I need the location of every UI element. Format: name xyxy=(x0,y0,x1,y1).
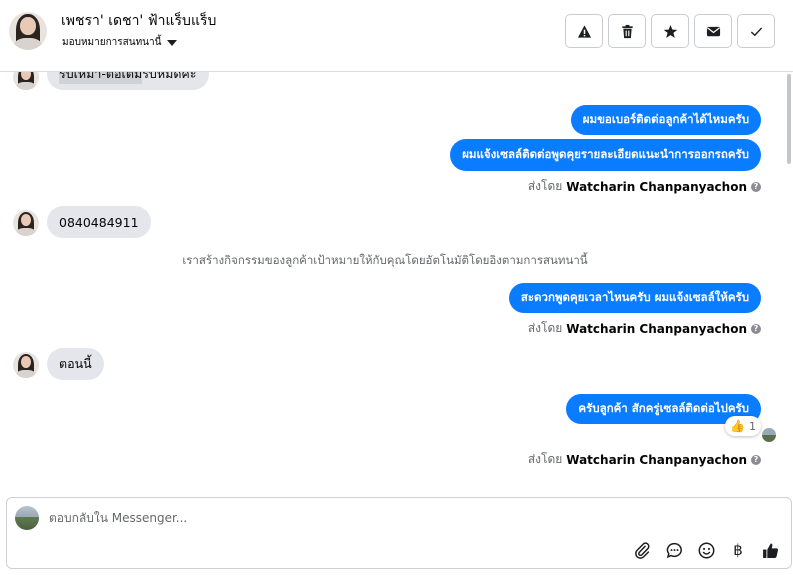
message-text: สะดวกพูดคุยเวลาไหนครับ ผมแจ้งเซลล์ให้ครั… xyxy=(520,290,749,304)
delete-button[interactable] xyxy=(608,14,646,48)
contact-avatar-small xyxy=(13,352,39,378)
like-button[interactable] xyxy=(761,541,779,559)
attach-button[interactable] xyxy=(633,541,651,559)
reply-composer: ฿ xyxy=(6,497,792,569)
seen-by-avatar xyxy=(762,428,776,442)
outgoing-message[interactable]: ผมแจ้งเซลล์ติดต่อพูดคุยรายละเอียดแนะนำกา… xyxy=(450,139,761,171)
payment-button[interactable]: ฿ xyxy=(729,541,747,559)
mail-icon xyxy=(706,26,720,36)
message-text: ตอนนี้ xyxy=(59,356,92,371)
reaction-count: 1 xyxy=(749,419,756,433)
sender-name[interactable]: Watcharin Chanpanyachon xyxy=(566,180,747,194)
warning-icon xyxy=(577,24,591,38)
check-icon xyxy=(750,26,762,36)
contact-avatar-small xyxy=(13,72,39,90)
mark-spam-button[interactable] xyxy=(565,14,603,48)
thumbs-up-icon xyxy=(762,542,778,558)
incoming-message[interactable]: 0840484911 xyxy=(47,206,151,238)
sender-name[interactable]: Watcharin Chanpanyachon xyxy=(566,453,747,467)
star-icon xyxy=(663,24,677,38)
emoji-icon xyxy=(698,542,714,558)
baht-icon: ฿ xyxy=(733,541,743,559)
info-icon[interactable]: ? xyxy=(751,323,761,334)
sent-by-label: ส่งโดย Watcharin Chanpanyachon ? xyxy=(528,450,761,469)
scrollbar[interactable] xyxy=(787,74,791,164)
message-text: 0840484911 xyxy=(59,214,139,230)
message-text: ผมแจ้งเซลล์ติดต่อพูดคุยรายละเอียดแนะนำกา… xyxy=(462,147,749,161)
system-message: เราสร้างกิจกรรมของลูกค้าเป้าหมายให้กับคุ… xyxy=(182,253,588,267)
info-icon[interactable]: ? xyxy=(751,454,761,465)
composer-toolbar: ฿ xyxy=(633,541,779,559)
outgoing-message[interactable]: สะดวกพูดคุยเวลาไหนครับ ผมแจ้งเซลล์ให้ครั… xyxy=(508,283,761,313)
contact-name[interactable]: เพชรา' เดชา' ฟ้าแร็บแร็บ xyxy=(61,10,216,32)
sent-by-label: ส่งโดย Watcharin Chanpanyachon ? xyxy=(528,177,761,196)
emoji-button[interactable] xyxy=(697,541,715,559)
message-text: ผมขอเบอร์ติดต่อลูกค้าได้ไหมครับ xyxy=(582,112,749,126)
trash-icon xyxy=(621,24,633,38)
message-text: รับหมดคะ xyxy=(142,72,197,81)
star-button[interactable] xyxy=(651,14,689,48)
caret-down-icon xyxy=(167,39,178,46)
message-thread[interactable]: รับเหมา-ต่อเติม รับหมดคะ ผมขอเบอร์ติดต่อ… xyxy=(0,72,793,492)
mark-done-button[interactable] xyxy=(737,14,775,48)
page-avatar xyxy=(15,506,39,530)
conversation-header: เพชรา' เดชา' ฟ้าแร็บแร็บ มอบหมายการสนทนา… xyxy=(0,0,793,72)
outgoing-message[interactable]: ผมขอเบอร์ติดต่อลูกค้าได้ไหมครับ xyxy=(570,105,761,135)
contact-avatar[interactable] xyxy=(9,12,47,50)
chat-bubble-icon xyxy=(666,542,682,558)
paperclip-icon xyxy=(634,541,649,559)
info-icon[interactable]: ? xyxy=(751,181,761,192)
sent-by-label: ส่งโดย Watcharin Chanpanyachon ? xyxy=(528,319,761,338)
incoming-message[interactable]: ตอนนี้ xyxy=(47,348,104,380)
assign-label: มอบหมายการสนทนานี้ xyxy=(62,37,162,48)
saved-replies-button[interactable] xyxy=(665,541,683,559)
highlighted-text: รับเหมา-ต่อเติม xyxy=(59,72,143,84)
thumbs-up-reaction-icon: 👍 xyxy=(730,419,745,433)
sender-name[interactable]: Watcharin Chanpanyachon xyxy=(566,322,747,336)
reply-input[interactable] xyxy=(49,511,609,525)
message-reaction[interactable]: 👍 1 xyxy=(725,416,761,436)
message-text: ครับลูกค้า สักครู่เซลล์ติดต่อไปครับ xyxy=(578,401,749,415)
incoming-message[interactable]: รับเหมา-ต่อเติม รับหมดคะ xyxy=(47,72,209,90)
mark-unread-button[interactable] xyxy=(694,14,732,48)
contact-avatar-small xyxy=(13,210,39,236)
assign-conversation-dropdown[interactable]: มอบหมายการสนทนานี้ xyxy=(62,35,178,50)
